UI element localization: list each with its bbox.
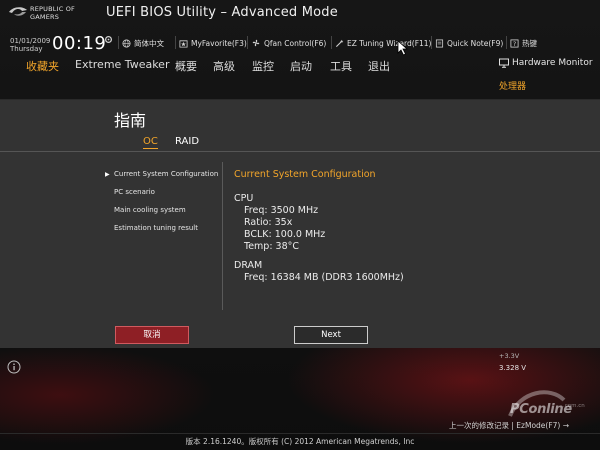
- fan-icon: [252, 39, 260, 47]
- voltage-label: +3.3V: [499, 352, 520, 360]
- menu-advanced[interactable]: 高级: [213, 58, 235, 74]
- step-main-cooling-system: Main cooling system: [114, 206, 186, 214]
- logo-text: REPUBLIC OF GAMERS: [30, 5, 75, 21]
- my-favorite-label: MyFavorite(F3): [191, 38, 247, 48]
- menu-tool[interactable]: 工具: [330, 58, 352, 74]
- qfan-control-button[interactable]: Qfan Control(F6): [251, 37, 326, 49]
- panel-title: 指南: [114, 111, 147, 130]
- ez-tuning-wizard-label: EZ Tuning Wizard(F11): [347, 38, 432, 48]
- content-divider: [222, 162, 223, 310]
- header: REPUBLIC OF GAMERS UEFI BIOS Utility – A…: [0, 0, 600, 100]
- panel-divider: [0, 151, 600, 152]
- dram-freq: Freq: 16384 MB (DDR3 1600MHz): [244, 272, 404, 283]
- footer-divider: [0, 433, 600, 434]
- config-heading: Current System Configuration: [234, 169, 376, 180]
- app-title: UEFI BIOS Utility – Advanced Mode: [106, 5, 338, 20]
- svg-text:?: ?: [513, 41, 516, 48]
- cpu-temp: Temp: 38°C: [244, 241, 300, 252]
- hotkeys-button[interactable]: ? 热键: [510, 37, 537, 49]
- step-estimation-tuning-result: Estimation tuning result: [114, 224, 198, 232]
- guide-panel: 指南 OC RAID ▶ Current System Configuratio…: [0, 100, 600, 348]
- step-pc-scenario: PC scenario: [114, 188, 155, 196]
- cancel-button[interactable]: 取消: [115, 326, 189, 344]
- menu-overview[interactable]: 概要: [175, 58, 197, 74]
- toolbar-separator: [247, 36, 248, 49]
- menu-exit[interactable]: 退出: [368, 58, 390, 74]
- next-button[interactable]: Next: [294, 326, 368, 344]
- tab-raid[interactable]: RAID: [175, 136, 199, 147]
- info-icon[interactable]: [7, 360, 21, 374]
- hotkey-icon: ?: [510, 38, 519, 48]
- monitor-icon: [499, 58, 509, 68]
- quick-note-label: Quick Note(F9): [447, 38, 504, 48]
- note-icon: [435, 38, 444, 48]
- toolbar-separator: [431, 36, 432, 49]
- version-text: 版本 2.16.1240。版权所有 (C) 2012 American Mega…: [185, 437, 415, 446]
- main-menu: 收藏夹 Extreme Tweaker 概要 高级 监控 启动 工具 退出: [0, 58, 600, 74]
- weekday: Thursday: [10, 45, 43, 53]
- watermark-domain: .com.cn: [563, 403, 585, 409]
- rog-eye-icon: [9, 7, 27, 16]
- qfan-control-label: Qfan Control(F6): [264, 38, 327, 48]
- menu-monitor[interactable]: 监控: [252, 58, 274, 74]
- ez-tuning-wizard-button[interactable]: EZ Tuning Wizard(F11): [335, 37, 431, 49]
- star-icon: [179, 39, 188, 48]
- toolbar-separator: [331, 36, 332, 49]
- tab-oc[interactable]: OC: [143, 136, 158, 149]
- toolbar-separator: [175, 36, 176, 49]
- step-current-system-configuration: Current System Configuration: [114, 170, 219, 178]
- date: 01/01/2009: [10, 37, 51, 45]
- hotkeys-label: 热键: [522, 38, 537, 48]
- language-label: 简体中文: [134, 38, 164, 48]
- globe-icon: [122, 38, 131, 48]
- menu-extreme-tweaker[interactable]: Extreme Tweaker: [75, 58, 169, 71]
- menu-boot[interactable]: 启动: [290, 58, 312, 74]
- toolbar-separator: [506, 36, 507, 49]
- cpu-bclk: BCLK: 100.0 MHz: [244, 229, 326, 240]
- voltage-value: 3.328 V: [499, 364, 527, 372]
- mouse-cursor-icon: [397, 40, 409, 56]
- my-favorite-button[interactable]: MyFavorite(F3): [179, 37, 247, 49]
- menu-favorites[interactable]: 收藏夹: [26, 58, 59, 74]
- toolbar-separator: [118, 36, 119, 49]
- gear-icon[interactable]: [104, 35, 113, 44]
- language-button[interactable]: 简体中文: [122, 37, 164, 49]
- hardware-monitor-title: Hardware Monitor: [512, 58, 593, 68]
- cpu-label: CPU: [234, 193, 254, 204]
- quick-note-button[interactable]: Quick Note(F9): [435, 37, 503, 49]
- dram-label: DRAM: [234, 260, 263, 271]
- current-step-arrow-icon: ▶: [105, 171, 110, 178]
- cpu-freq: Freq: 3500 MHz: [244, 205, 319, 216]
- wizard-icon: [335, 39, 344, 47]
- rog-logo: REPUBLIC OF GAMERS: [8, 5, 100, 23]
- hardware-monitor-cpu-tab[interactable]: 处理器: [499, 79, 526, 92]
- last-modified-link[interactable]: 上一次的修改记录 | EzMode(F7) →: [449, 420, 569, 431]
- cpu-ratio: Ratio: 35x: [244, 217, 293, 228]
- clock[interactable]: 00:19: [52, 33, 106, 54]
